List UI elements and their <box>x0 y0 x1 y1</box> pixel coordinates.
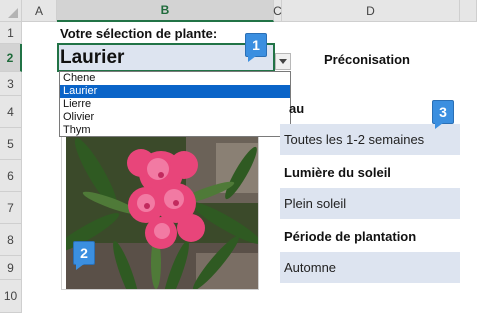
dropdown-option-laurier[interactable]: Laurier <box>60 85 290 98</box>
water-value[interactable]: Toutes les 1-2 semaines <box>280 124 460 155</box>
select-all-triangle-icon <box>8 8 18 18</box>
callout-marker-2: 2 <box>73 241 95 270</box>
row-header-4[interactable]: 4 <box>0 96 22 128</box>
planting-value[interactable]: Automne <box>280 252 460 283</box>
preconisation-header: Préconisation <box>324 52 410 67</box>
row-header-9[interactable]: 9 <box>0 256 22 280</box>
row-header-8[interactable]: 8 <box>0 224 22 256</box>
plant-selection-title: Votre sélection de plante: <box>60 26 218 41</box>
plant-picture[interactable] <box>66 133 258 289</box>
dropdown-option-thym[interactable]: Thym <box>60 124 290 137</box>
callout-marker-1: 1 <box>245 33 267 62</box>
column-header-e[interactable] <box>460 0 477 22</box>
callout-marker-3: 3 <box>432 100 454 129</box>
column-header-a[interactable]: A <box>22 0 57 22</box>
planting-label: Période de plantation <box>284 229 417 244</box>
water-label: au <box>289 101 305 116</box>
dropdown-option-olivier[interactable]: Olivier <box>60 111 290 124</box>
dropdown-option-chene[interactable]: Chene <box>60 72 290 85</box>
sun-label: Lumière du soleil <box>284 165 391 180</box>
column-header-c[interactable]: C <box>273 0 282 22</box>
dropdown-button[interactable] <box>275 53 291 70</box>
dropdown-option-lierre[interactable]: Lierre <box>60 98 290 111</box>
column-header-b[interactable]: B <box>57 0 274 22</box>
row-header-1[interactable]: 1 <box>0 22 22 44</box>
row-header-7[interactable]: 7 <box>0 192 22 224</box>
row-header-6[interactable]: 6 <box>0 160 22 192</box>
column-header-d[interactable]: D <box>282 0 460 22</box>
sun-value[interactable]: Plein soleil <box>280 188 460 219</box>
chevron-down-icon <box>279 59 287 64</box>
row-header-2[interactable]: 2 <box>0 44 22 72</box>
plant-dropdown-list[interactable]: Chene Laurier Lierre Olivier Thym <box>59 71 291 137</box>
row-header-10[interactable]: 10 <box>0 280 22 313</box>
plant-selection-value[interactable]: Laurier <box>60 45 124 70</box>
row-header-5[interactable]: 5 <box>0 128 22 160</box>
row-header-3[interactable]: 3 <box>0 72 22 96</box>
oleander-photo <box>66 133 258 289</box>
